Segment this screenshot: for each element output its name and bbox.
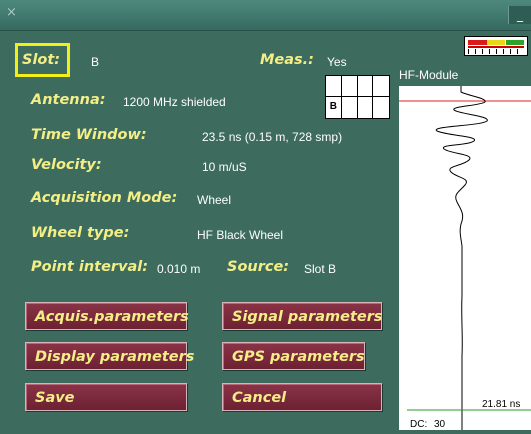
meas-value: Yes <box>327 55 347 69</box>
display-parameters-button[interactable]: Display parameters <box>25 342 194 370</box>
minimize-button[interactable]: _ <box>508 6 531 24</box>
level-red-line <box>468 46 524 48</box>
gps-parameters-button[interactable]: GPS parameters <box>222 342 365 370</box>
level-segment-red <box>468 40 487 45</box>
title-bar: × _ <box>0 0 531 31</box>
velocity-label: Velocity: <box>31 157 102 173</box>
slot-cell[interactable] <box>357 76 374 97</box>
time-marker-label: 21.81 ns <box>482 399 521 410</box>
slot-cell[interactable] <box>358 97 374 118</box>
antenna-label: Antenna: <box>31 92 106 108</box>
wheel-type-label: Wheel type: <box>31 225 130 241</box>
point-interval-label: Point interval: <box>31 259 149 275</box>
level-segment-green <box>506 40 524 45</box>
signal-parameters-button[interactable]: Signal parameters <box>222 302 383 330</box>
slot-value: B <box>91 55 100 69</box>
slot-cell[interactable] <box>342 97 358 118</box>
slot-grid[interactable]: B <box>325 75 390 119</box>
hf-module-title: HF-Module <box>399 68 459 82</box>
app-close-icon[interactable]: × <box>6 5 17 20</box>
wheel-type-value: HF Black Wheel <box>197 228 284 242</box>
save-button[interactable]: Save <box>25 383 187 411</box>
acquisition-mode-value: Wheel <box>197 193 232 207</box>
waveform-trace <box>435 86 488 430</box>
level-ticks <box>468 49 524 54</box>
cancel-button[interactable]: Cancel <box>222 383 382 411</box>
dc-label: DC: <box>410 419 428 430</box>
minimize-icon: _ <box>517 8 523 22</box>
dc-value: 30 <box>434 419 446 430</box>
source-label: Source: <box>227 259 290 275</box>
slot-cell-b[interactable]: B <box>326 97 342 118</box>
meas-label: Meas.: <box>260 52 314 68</box>
source-value: Slot B <box>304 262 337 276</box>
waveform-svg <box>399 86 531 430</box>
velocity-value: 10 m/uS <box>202 160 247 174</box>
waveform-display[interactable]: 21.81 ns DC: 30 <box>399 86 531 430</box>
slot-cell[interactable] <box>373 97 389 118</box>
signal-level-meter <box>464 36 528 56</box>
acquisition-mode-label: Acquisition Mode: <box>31 190 178 206</box>
acquis-parameters-button[interactable]: Acquis.parameters <box>25 302 189 330</box>
level-segment-yellow <box>487 40 505 45</box>
point-interval-value: 0.010 m <box>157 262 201 276</box>
slot-cell[interactable] <box>341 76 358 97</box>
slot-cell[interactable] <box>373 76 389 97</box>
slot-label: Slot: <box>22 52 61 68</box>
time-window-value: 23.5 ns (0.15 m, 728 smp) <box>202 130 343 144</box>
antenna-value: 1200 MHz shielded <box>123 95 226 109</box>
time-window-label: Time Window: <box>31 127 147 143</box>
slot-cell[interactable] <box>326 76 342 97</box>
